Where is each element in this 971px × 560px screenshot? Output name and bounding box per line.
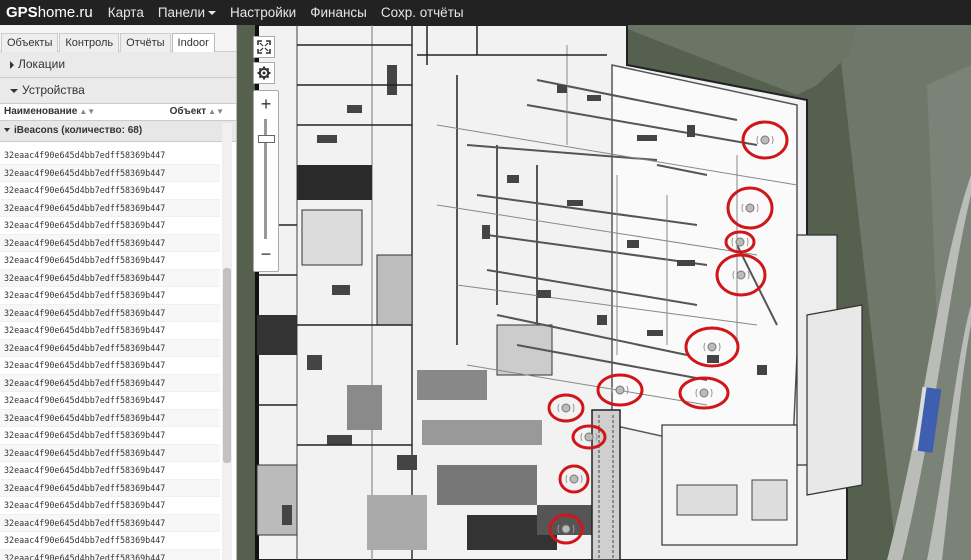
beacon-icon [760,135,770,145]
top-navbar: GPShome.ru Карта Панели Настройки Финанс… [0,0,971,25]
beacon-icon [745,203,755,213]
beacon-icon [615,385,625,395]
devices-section-header[interactable]: Устройства [0,78,236,104]
sidebar: Объекты Контроль Отчёты Indoor Локации У… [0,25,237,560]
fullscreen-button[interactable] [253,36,275,58]
device-row[interactable]: 32eaac4f90e645d4bb7edff58369b447 [0,462,220,480]
device-row[interactable]: 32eaac4f90e645d4bb7edff58369b447 [0,252,220,270]
gear-icon [257,66,271,80]
zoom-out-button[interactable]: − [254,243,278,265]
device-row[interactable]: 32eaac4f90e645d4bb7edff58369b447 [0,444,220,462]
nav-map[interactable]: Карта [101,5,151,20]
device-row[interactable]: 32eaac4f90e645d4bb7edff58369b447 [0,287,220,305]
beacon-icon [736,270,746,280]
nav-finance[interactable]: Финансы [303,5,374,20]
sort-icon: ▲▼ [79,107,96,116]
chevron-right-icon [10,60,14,69]
device-row[interactable]: 32eaac4f90e645d4bb7edff58369b447 [0,427,220,445]
device-row[interactable]: 32eaac4f90e645d4bb7edff58369b447 [0,234,220,252]
beacon-icon [561,524,571,534]
device-row[interactable]: 32eaac4f90e645d4bb7edff58369b447 [0,164,220,182]
zoom-slider-handle[interactable] [258,135,275,143]
devices-table-header: Наименование ▲▼ Объект ▲▼ [0,104,236,121]
device-row[interactable]: 32eaac4f90e645d4bb7edff58369b447 [0,479,220,497]
scrollbar-thumb[interactable] [223,268,231,463]
tab-reports[interactable]: Отчёты [120,33,171,52]
tab-objects[interactable]: Объекты [1,33,59,52]
device-row[interactable]: 32eaac4f90e645d4bb7edff58369b447 [0,409,220,427]
nav-saved-reports[interactable]: Сохр. отчёты [374,5,471,20]
beacon-icon [699,388,709,398]
tab-control[interactable]: Контроль [59,33,120,52]
beacon-icon [707,342,717,352]
device-row[interactable]: 32eaac4f90e645d4bb7edff58369b447 [0,199,220,217]
brand-light-text: home.ru [37,4,93,21]
chevron-down-icon [4,128,10,133]
device-row[interactable]: 32eaac4f90e645d4bb7edff58369b447 [0,532,220,550]
device-row[interactable]: 32eaac4f90e645d4bb7edff58369b447 [0,304,220,322]
map-canvas [237,25,971,560]
device-row[interactable]: 32eaac4f90e645d4bb7edff58369b447 [0,374,220,392]
beacon-icon [584,432,594,442]
locations-section-header[interactable]: Локации [0,52,236,78]
device-row[interactable]: 32eaac4f90e645d4bb7edff58369b447 [0,549,220,560]
tab-indoor[interactable]: Indoor [171,33,215,52]
fullscreen-icon [257,40,271,54]
chevron-down-icon [10,88,18,93]
device-row[interactable]: 32eaac4f90e645d4bb7edff58369b447 [0,514,220,532]
nav-settings[interactable]: Настройки [223,5,303,20]
nav-panels-dropdown[interactable]: Панели [151,5,223,20]
beacon-icon [735,237,745,247]
map-view[interactable] [237,25,971,560]
sidebar-tabs: Объекты Контроль Отчёты Indoor [0,25,236,52]
device-row[interactable]: 32eaac4f90e645d4bb7edff58369b447 [0,497,220,515]
ibeacons-group-row[interactable]: iBeacons (количество: 68) [0,121,236,142]
zoom-control: + − [253,90,279,272]
column-name-header[interactable]: Наименование ▲▼ [4,104,95,120]
beacon-icon [561,403,571,413]
device-row[interactable]: 32eaac4f90e645d4bb7edff58369b447 [0,357,220,375]
caret-down-icon [208,11,216,16]
device-row[interactable]: 32eaac4f90e645d4bb7edff58369b447 [0,182,220,200]
device-row[interactable]: 32eaac4f90e645d4bb7edff58369b447 [0,392,220,410]
device-row[interactable]: 32eaac4f90e645d4bb7edff58369b447 [0,339,220,357]
device-list: 32eaac4f90e645d4bb7edff58369b447 32eaac4f… [0,147,220,560]
main-nav: Карта Панели Настройки Финансы Сохр. отч… [101,5,471,20]
device-row[interactable]: 32eaac4f90e645d4bb7edff58369b447 [0,322,220,340]
beacon-icon [569,474,579,484]
sort-icon: ▲▼ [208,107,224,116]
device-row[interactable]: 32eaac4f90e645d4bb7edff58369b447 [0,269,220,287]
brand-bold-text: GPS [6,4,38,21]
brand-logo[interactable]: GPShome.ru [0,4,101,21]
zoom-in-button[interactable]: + [254,93,278,115]
map-settings-button[interactable] [253,62,275,84]
column-object-header[interactable]: Объект ▲▼ [170,104,224,120]
device-row[interactable]: 32eaac4f90e645d4bb7edff58369b447 [0,217,220,235]
device-row[interactable]: 32eaac4f90e645d4bb7edff58369b447 [0,147,220,165]
device-list-scrollbar[interactable] [222,123,232,560]
